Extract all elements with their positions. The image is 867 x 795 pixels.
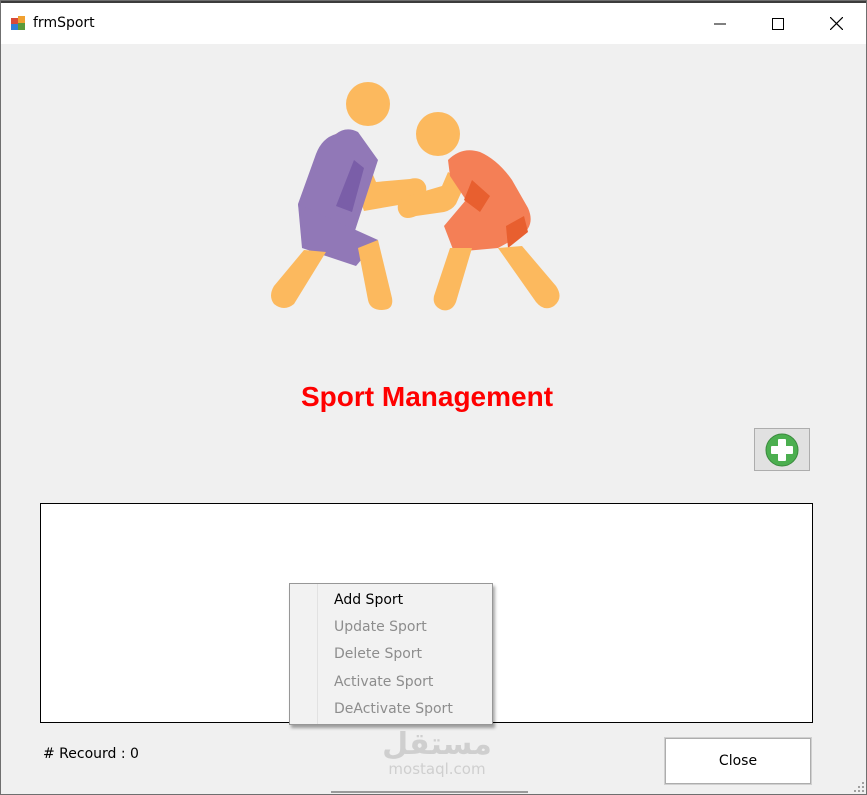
menu-item-delete-sport[interactable]: Delete Sport — [334, 642, 422, 666]
frm-sport-window: frmSport Sport Management Add Sport Upda… — [0, 0, 867, 795]
context-menu: Add Sport Update Sport Delete Sport Acti… — [289, 583, 493, 725]
add-sport-button[interactable] — [754, 428, 810, 471]
app-icon — [11, 16, 25, 30]
wrestling-icon — [271, 82, 560, 311]
menu-item-deactivate-sport[interactable]: DeActivate Sport — [334, 697, 453, 721]
minimize-button[interactable] — [691, 3, 749, 44]
record-count-label: # Recourd : 0 — [43, 746, 139, 762]
resize-grip-icon[interactable] — [853, 781, 865, 793]
title-bar: frmSport — [1, 1, 866, 44]
watermark-logo: مستقل — [382, 727, 492, 762]
window-close-button[interactable] — [807, 3, 865, 44]
page-title: Sport Management — [300, 381, 554, 412]
plus-circle-icon — [765, 433, 799, 466]
maximize-icon — [772, 17, 784, 30]
watermark-site: mostaql.com — [388, 760, 486, 778]
watermark: مستقل mostaql.com — [382, 727, 492, 778]
window-title: frmSport — [33, 15, 95, 31]
close-button[interactable]: Close — [665, 738, 811, 784]
maximize-button[interactable] — [749, 3, 807, 44]
menu-item-activate-sport[interactable]: Activate Sport — [334, 670, 433, 694]
menu-gutter — [290, 584, 318, 724]
minimize-icon — [714, 23, 726, 24]
menu-item-update-sport[interactable]: Update Sport — [334, 615, 427, 639]
menu-item-add-sport[interactable]: Add Sport — [334, 588, 403, 612]
divider — [331, 791, 528, 793]
close-icon — [829, 17, 843, 30]
